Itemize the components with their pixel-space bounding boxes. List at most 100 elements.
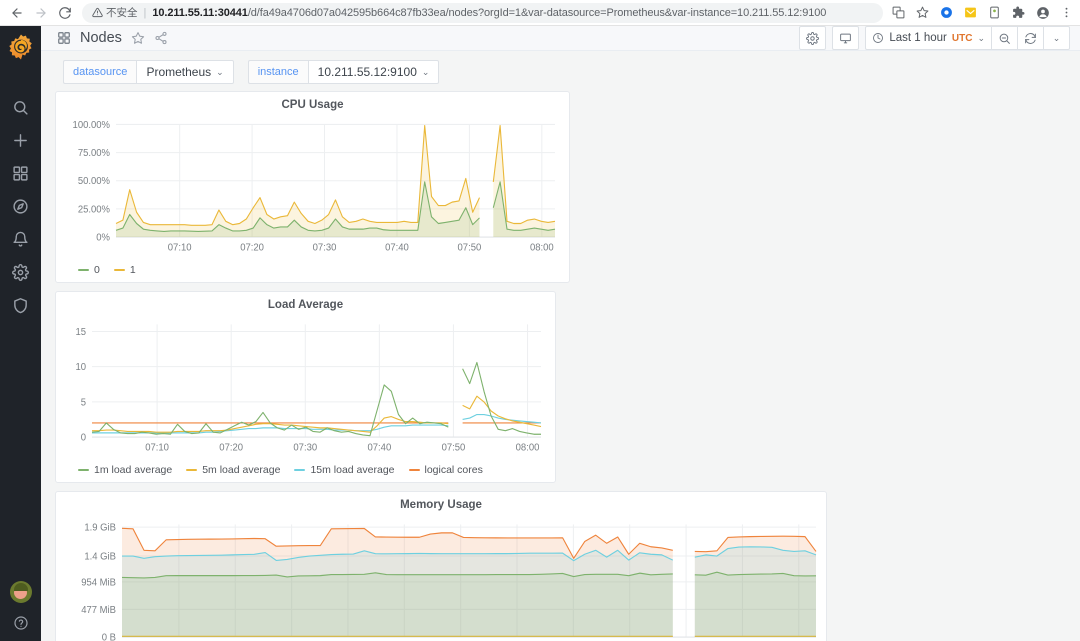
svg-text:07:50: 07:50 (458, 242, 482, 253)
sidebar-item-help[interactable] (0, 613, 41, 633)
svg-text:07:20: 07:20 (240, 242, 264, 253)
star-icon[interactable] (131, 31, 145, 45)
yellow-square-extension-icon[interactable] (963, 5, 978, 20)
zoom-out-icon (999, 33, 1010, 44)
svg-text:75.00%: 75.00% (78, 148, 111, 159)
time-range-label: Last 1 hour (889, 32, 947, 44)
forward-arrow-icon[interactable] (30, 2, 52, 24)
dashboard-title-group: Nodes (57, 30, 168, 46)
legend-color-swatch (408, 469, 420, 471)
browser-extension-icons (891, 5, 1080, 20)
svg-text:07:30: 07:30 (293, 442, 317, 453)
sidebar-item-configuration[interactable] (0, 256, 41, 289)
svg-text:25.00%: 25.00% (78, 204, 111, 215)
chart-cpu-usage: 0% 25.00% 50.00% 75.00% 100.00% 07:10 07:20 07:… (56, 114, 569, 260)
user-avatar[interactable] (9, 581, 32, 603)
warning-triangle-icon (92, 7, 103, 18)
svg-text:07:40: 07:40 (367, 442, 391, 453)
dashboard-toolbar-actions: Last 1 hour UTC ⌄ ⌄ (799, 26, 1070, 50)
refresh-button[interactable] (1018, 26, 1044, 50)
plus-icon (14, 134, 27, 147)
blue-globe-extension-icon[interactable] (939, 5, 954, 20)
legend-item[interactable]: 0 (78, 264, 100, 276)
tv-mode-button[interactable] (832, 26, 860, 50)
translate-icon[interactable] (891, 5, 906, 20)
legend-load-average: 1m load average 5m load average 15m load a… (56, 460, 555, 482)
svg-text:07:30: 07:30 (313, 242, 337, 253)
variable-label-instance: instance (247, 60, 308, 84)
svg-text:08:00: 08:00 (516, 442, 540, 453)
sidebar-item-create[interactable] (0, 124, 41, 157)
browser-toolbar: 不安全 | 10.211.55.11:30441/d/fa49a4706d07a… (0, 0, 1080, 26)
panel-cpu-usage[interactable]: CPU Usage 0% 25.00% 50.00% 75.00% 100.00% 07:… (55, 91, 570, 283)
security-warning[interactable]: 不安全 (92, 5, 138, 20)
legend-label: 1m load average (94, 464, 173, 476)
chrome-menu-icon[interactable] (1059, 5, 1074, 20)
svg-text:07:10: 07:10 (168, 242, 192, 253)
legend-item[interactable]: 15m load average (294, 464, 395, 476)
sidebar-item-dashboards[interactable] (0, 157, 41, 190)
panel-grid: CPU Usage 0% 25.00% 50.00% 75.00% 100.00% 07:… (41, 91, 1080, 641)
legend-color-swatch (186, 469, 198, 471)
reload-icon[interactable] (54, 2, 76, 24)
svg-text:100.00%: 100.00% (73, 120, 111, 131)
svg-text:07:40: 07:40 (385, 242, 409, 253)
sidebar-item-search[interactable] (0, 91, 41, 124)
url-text: 10.211.55.11:30441/d/fa49a4706d07a042595… (152, 7, 826, 19)
tv-monitor-icon (840, 33, 852, 43)
green-person-extension-icon[interactable] (987, 5, 1002, 20)
svg-text:07:20: 07:20 (219, 442, 243, 453)
svg-text:15: 15 (75, 327, 86, 338)
url-path: /d/fa49a4706d07a042595b664c87fb33ea/node… (247, 6, 827, 19)
chart-load-average: 0 5 10 15 07:10 07:20 07:30 07:40 07:50 08:00 (56, 314, 555, 460)
legend-item[interactable]: 5m load average (186, 464, 280, 476)
svg-text:5: 5 (81, 397, 86, 408)
svg-text:0%: 0% (96, 232, 110, 243)
svg-text:10: 10 (75, 362, 86, 373)
svg-text:50.00%: 50.00% (78, 176, 111, 187)
legend-item[interactable]: 1m load average (78, 464, 172, 476)
panel-load-average[interactable]: Load Average 0 5 10 15 07:10 07:20 07:30 07:40 0… (55, 291, 556, 483)
dashboard-settings-button[interactable] (799, 26, 827, 50)
dashboard-grid-icon (57, 31, 71, 45)
chart-memory-usage: 0 B477 MiB954 MiB1.4 GiB1.9 GiB07:0507:1… (56, 514, 826, 641)
sidebar-bottom (0, 581, 41, 641)
sidebar-item-server-admin[interactable] (0, 289, 41, 322)
template-variables: datasource Prometheus ⌄ instance 10.211.… (41, 51, 1080, 91)
bookmark-star-icon[interactable] (915, 5, 930, 20)
time-controls: Last 1 hour UTC ⌄ ⌄ (865, 26, 1070, 50)
variable-instance: instance 10.211.55.12:9100 ⌄ (247, 60, 440, 84)
address-bar[interactable]: 不安全 | 10.211.55.11:30441/d/fa49a4706d07a… (82, 2, 883, 23)
svg-text:1.9 GiB: 1.9 GiB (84, 522, 116, 533)
legend-color-swatch (78, 469, 89, 471)
chevron-down-icon: ⌄ (977, 32, 985, 43)
sidebar-item-alerting[interactable] (0, 223, 41, 256)
refresh-interval-picker[interactable]: ⌄ (1044, 26, 1070, 50)
main-content: Nodes Last 1 hour UTC ⌄ ⌄ datasource Pro… (41, 26, 1080, 641)
chevron-down-icon: ⌄ (1052, 32, 1061, 43)
svg-text:07:50: 07:50 (442, 442, 466, 453)
variable-select-datasource[interactable]: Prometheus ⌄ (136, 60, 234, 84)
zoom-out-button[interactable] (992, 26, 1018, 50)
grafana-logo-icon[interactable] (8, 34, 33, 65)
security-label: 不安全 (106, 7, 138, 19)
svg-text:954 MiB: 954 MiB (81, 577, 116, 588)
bell-icon (13, 231, 28, 247)
panel-memory-usage-graph[interactable]: Memory Usage 0 B 477 MiB 954 MiB 1.4 GiB 1.9… (55, 491, 827, 641)
chevron-down-icon: ⌄ (216, 66, 224, 77)
shield-icon (14, 298, 27, 314)
panel-title-memory-usage: Memory Usage (400, 499, 482, 511)
legend-item[interactable]: 1 (113, 264, 136, 276)
legend-label: 5m load average (202, 464, 281, 476)
svg-text:477 MiB: 477 MiB (81, 605, 116, 616)
share-icon[interactable] (154, 31, 168, 45)
sidebar-item-explore[interactable] (0, 190, 41, 223)
variable-select-instance[interactable]: 10.211.55.12:9100 ⌄ (307, 60, 440, 84)
page-title[interactable]: Nodes (80, 30, 122, 46)
profile-avatar-icon[interactable] (1035, 5, 1050, 20)
grafana-app: Nodes Last 1 hour UTC ⌄ ⌄ datasource Pro… (0, 26, 1080, 641)
time-range-picker[interactable]: Last 1 hour UTC ⌄ (865, 26, 992, 50)
legend-item[interactable]: logical cores (408, 464, 483, 476)
puzzle-piece-icon[interactable] (1011, 5, 1026, 20)
back-arrow-icon[interactable] (6, 2, 28, 24)
